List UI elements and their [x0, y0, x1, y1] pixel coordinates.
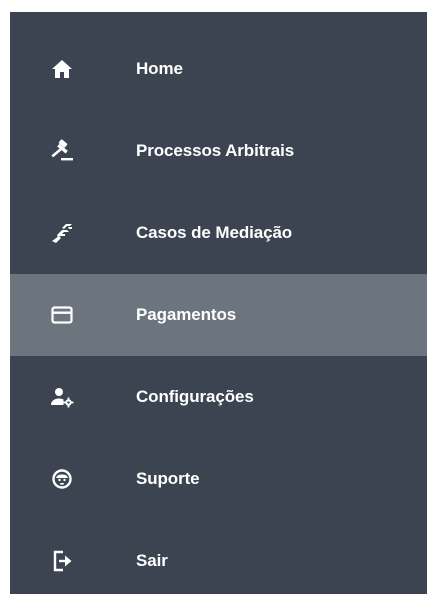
credit-card-icon — [50, 303, 74, 327]
sidebar-item-label: Processos Arbitrais — [136, 141, 295, 160]
user-settings-icon — [50, 385, 74, 409]
sidebar-item-label: Configurações — [136, 387, 254, 406]
gavel-icon — [50, 139, 74, 163]
sidebar-item-label: Suporte — [136, 469, 200, 488]
sidebar-item-configuracoes[interactable]: Configurações — [10, 356, 427, 438]
sidebar-item-label: Pagamentos — [136, 305, 237, 324]
sidebar-item-label: Home — [136, 59, 183, 78]
sidebar-item-pagamentos[interactable]: Pagamentos — [10, 274, 427, 356]
sidebar-item-processos-arbitrais[interactable]: Processos Arbitrais — [10, 110, 427, 192]
support-agent-icon — [50, 467, 74, 491]
sidebar-item-label: Sair — [136, 551, 168, 570]
sidebar-item-suporte[interactable]: Suporte — [10, 438, 427, 520]
sidebar-item-sair[interactable]: Sair — [10, 520, 427, 602]
logout-icon — [50, 549, 74, 573]
sidebar-item-home[interactable]: Home — [10, 28, 427, 110]
handshake-icon — [50, 221, 74, 245]
home-icon — [50, 57, 74, 81]
sidebar-menu: Home Processos Arbitrais Casos de Mediaç… — [10, 12, 427, 594]
sidebar-item-casos-de-mediacao[interactable]: Casos de Mediação — [10, 192, 427, 274]
sidebar-item-label: Casos de Mediação — [136, 223, 293, 242]
